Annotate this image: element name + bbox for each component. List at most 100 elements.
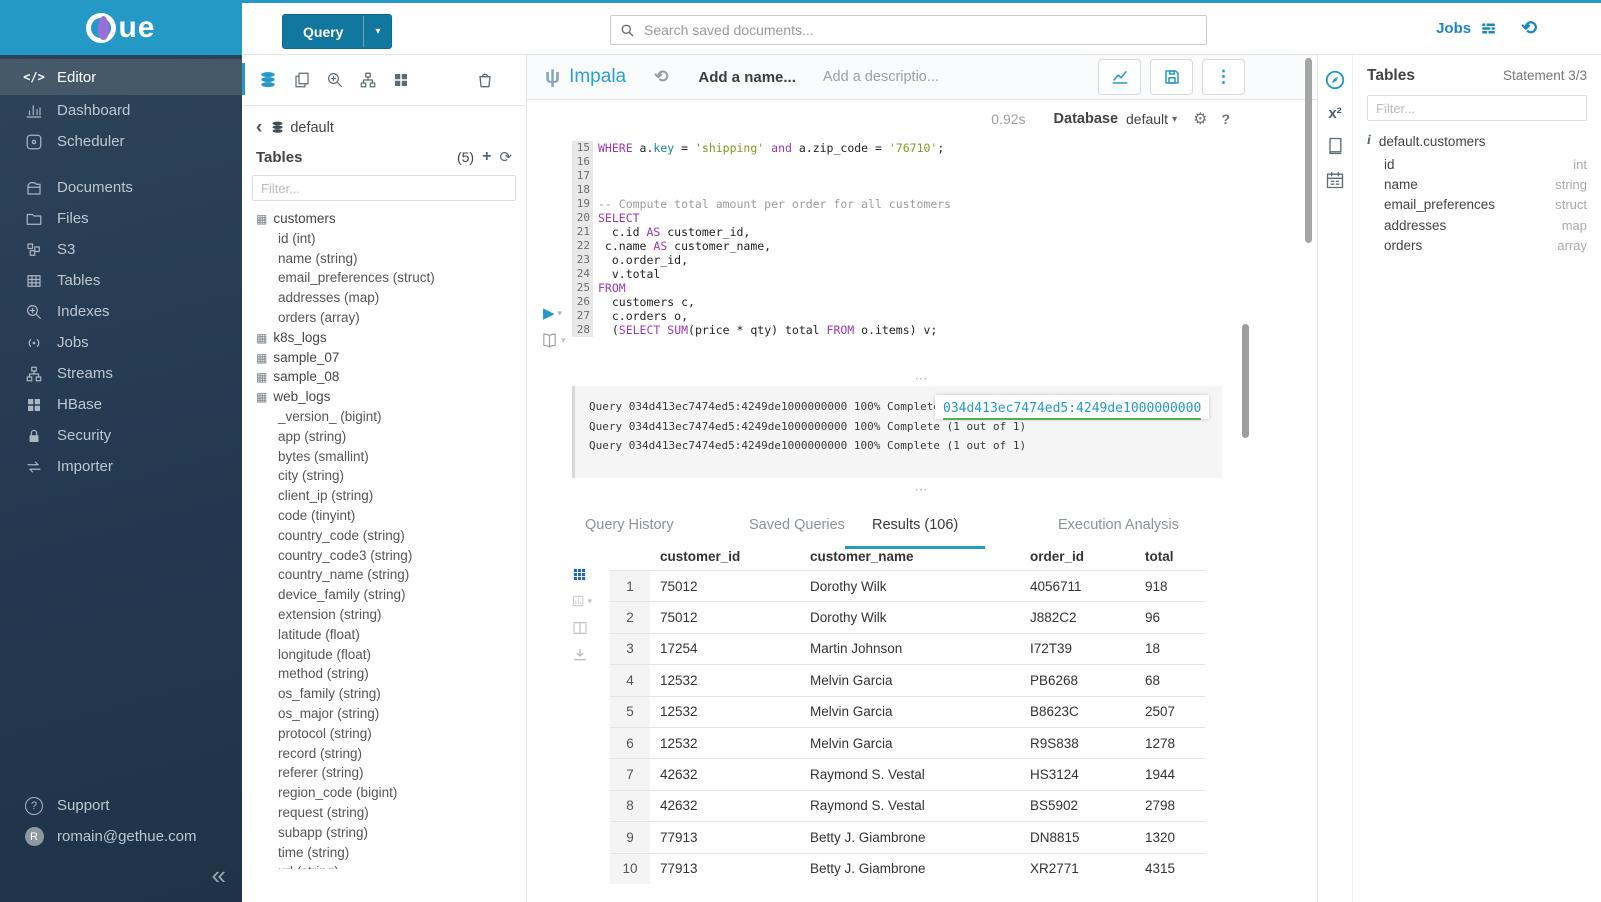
table-row[interactable]: 842632Raymond S. VestalBS59022798: [610, 790, 1205, 821]
tree-item-column[interactable]: request (string): [256, 803, 526, 823]
query-name-field[interactable]: Add a name...: [698, 69, 796, 86]
tree-item-table[interactable]: ▦web_logs: [256, 387, 526, 407]
sidebar-item-documents[interactable]: Documents: [0, 172, 242, 203]
tree-item-table[interactable]: ▦customers: [256, 209, 526, 229]
tree-item-table[interactable]: ▦sample_08: [256, 367, 526, 387]
sidebar-item-s3[interactable]: S3: [0, 234, 242, 265]
sidebar-item-streams[interactable]: Streams: [0, 358, 242, 389]
sql-code-editor[interactable]: 1516171819202122232425262728 WHERE a.key…: [527, 136, 1317, 386]
sidebar-item-dashboard[interactable]: Dashboard: [0, 95, 242, 126]
sidebar-collapse-icon[interactable]: «: [212, 862, 226, 888]
tree-item-column[interactable]: url (string): [256, 862, 526, 869]
table-row[interactable]: 175012Dorothy Wilk4056711918: [610, 570, 1205, 601]
language-reference-icon[interactable]: [1318, 136, 1352, 156]
tree-item-column[interactable]: os_major (string): [256, 704, 526, 724]
query-history-icon[interactable]: ⟲: [1521, 19, 1537, 38]
tree-item-column[interactable]: device_family (string): [256, 585, 526, 605]
info-icon[interactable]: i: [1367, 133, 1371, 149]
tree-item-column[interactable]: subapp (string): [256, 823, 526, 843]
tab-query-history[interactable]: Query History: [585, 517, 674, 533]
table-row[interactable]: 612532Melvin GarciaR9S8381278: [610, 727, 1205, 758]
active-table-row[interactable]: i default.customers: [1367, 133, 1587, 149]
chart-view-icon[interactable]: ▾: [572, 593, 592, 609]
sidebar-item-scheduler[interactable]: Scheduler: [0, 126, 242, 157]
table-row[interactable]: 412532Melvin GarciaPB626868: [610, 664, 1205, 695]
schema-column-row[interactable]: idint: [1384, 154, 1587, 174]
column-header[interactable]: total: [1135, 549, 1205, 564]
engine-name[interactable]: Impala: [569, 66, 626, 88]
tables-filter-input[interactable]: [252, 175, 516, 201]
table-row[interactable]: 977913Betty J. GiambroneDN88151320: [610, 821, 1205, 852]
sidebar-item-support[interactable]: ? Support: [0, 790, 242, 821]
search-input[interactable]: [642, 21, 1206, 39]
tree-item-column[interactable]: city (string): [256, 466, 526, 486]
snippet-history-icon[interactable]: ⟲: [654, 67, 668, 87]
database-tab-icon[interactable]: [258, 70, 278, 90]
sidebar-item-importer[interactable]: Importer: [0, 451, 242, 482]
tree-item-column[interactable]: extension (string): [256, 605, 526, 625]
apps-tab-icon[interactable]: [392, 71, 410, 89]
tree-item-column[interactable]: orders (array): [256, 308, 526, 328]
tree-item-column[interactable]: _version_ (bigint): [256, 407, 526, 427]
tree-item-table[interactable]: ▦k8s_logs: [256, 328, 526, 348]
chart-button[interactable]: [1098, 59, 1141, 95]
table-row[interactable]: 742632Raymond S. VestalHS31241944: [610, 758, 1205, 789]
back-chevron-icon[interactable]: ‹: [256, 118, 262, 137]
tree-item-column[interactable]: country_name (string): [256, 565, 526, 585]
tree-item-column[interactable]: time (string): [256, 843, 526, 863]
tree-item-column[interactable]: code (tinyint): [256, 506, 526, 526]
sidebar-item-jobs[interactable]: Jobs: [0, 327, 242, 358]
table-row[interactable]: 512532Melvin GarciaB8623C2507: [610, 696, 1205, 727]
table-row[interactable]: 1077913Betty J. GiambroneXR27714315: [610, 853, 1205, 884]
schema-column-row[interactable]: namestring: [1384, 174, 1587, 194]
jobs-link[interactable]: Jobs: [1436, 20, 1471, 37]
download-icon[interactable]: [572, 647, 592, 663]
tree-item-column[interactable]: email_preferences (struct): [256, 268, 526, 288]
sidebar-item-files[interactable]: Files: [0, 203, 242, 234]
settings-gear-icon[interactable]: ⚙: [1193, 109, 1207, 129]
table-row[interactable]: 317254Martin JohnsonI72T3918: [610, 633, 1205, 664]
tree-item-column[interactable]: longitude (float): [256, 645, 526, 665]
database-name[interactable]: default: [290, 120, 334, 136]
sitemap-tab-icon[interactable]: [359, 71, 377, 89]
column-header[interactable]: customer_id: [650, 549, 800, 564]
resize-handle[interactable]: ⋯: [527, 486, 1317, 498]
tree-item-column[interactable]: bytes (smallint): [256, 447, 526, 467]
table-row[interactable]: 275012Dorothy WilkJ882C296: [610, 601, 1205, 632]
tree-item-column[interactable]: addresses (map): [256, 288, 526, 308]
sidebar-item-indexes[interactable]: Indexes: [0, 296, 242, 327]
execute-button[interactable]: ▶▾: [543, 304, 562, 322]
tree-item-column[interactable]: id (int): [256, 229, 526, 249]
right-filter-input[interactable]: [1367, 95, 1587, 121]
tree-item-column[interactable]: latitude (float): [256, 625, 526, 645]
tree-item-column[interactable]: country_code (string): [256, 526, 526, 546]
tree-item-column[interactable]: region_code (bigint): [256, 783, 526, 803]
tree-item-column[interactable]: os_family (string): [256, 684, 526, 704]
tab-saved-queries[interactable]: Saved Queries: [749, 517, 845, 533]
sidebar-item-tables[interactable]: Tables: [0, 265, 242, 296]
columns-view-icon[interactable]: [572, 620, 592, 636]
more-actions-button[interactable]: ⋮: [1202, 59, 1245, 95]
refresh-icon[interactable]: ⟳: [499, 148, 512, 166]
database-select[interactable]: default: [1126, 111, 1168, 127]
database-caret-icon[interactable]: ▾: [1172, 114, 1177, 125]
tree-item-column[interactable]: protocol (string): [256, 724, 526, 744]
functions-icon[interactable]: x²: [1318, 105, 1352, 122]
format-button[interactable]: ▾: [541, 332, 566, 349]
new-query-button[interactable]: Query ▾: [282, 14, 392, 49]
tree-item-column[interactable]: method (string): [256, 664, 526, 684]
hue-logo[interactable]: ue: [0, 0, 242, 55]
grid-view-icon[interactable]: [572, 567, 592, 582]
schema-column-row[interactable]: ordersarray: [1384, 235, 1587, 255]
query-dropdown-caret-icon[interactable]: ▾: [363, 16, 391, 47]
search-zoom-tab-icon[interactable]: [326, 71, 344, 89]
tree-item-column[interactable]: client_ip (string): [256, 486, 526, 506]
column-header[interactable]: order_id: [1020, 549, 1135, 564]
sidebar-item-editor[interactable]: </> Editor: [0, 59, 242, 95]
tab-execution-analysis[interactable]: Execution Analysis: [1058, 517, 1179, 533]
schedule-calendar-icon[interactable]: [1318, 170, 1352, 190]
tree-item-column[interactable]: country_code3 (string): [256, 546, 526, 566]
tree-item-column[interactable]: referer (string): [256, 763, 526, 783]
query-id-link[interactable]: 034d413ec7474ed5:4249de1000000000: [943, 401, 1201, 420]
query-description-field[interactable]: Add a descriptio...: [823, 69, 939, 85]
